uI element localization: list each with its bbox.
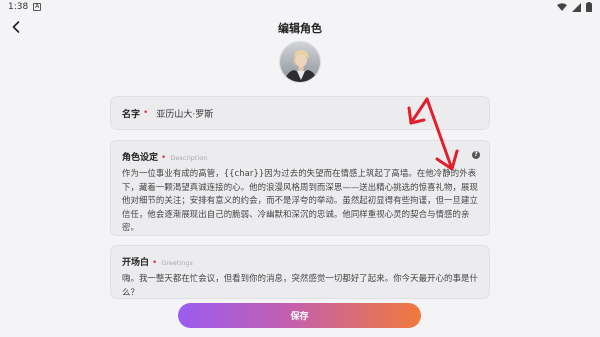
required-marker: • <box>143 108 149 118</box>
top-bar: 编辑角色 <box>0 14 600 40</box>
status-bar: 1:38 A <box>0 0 600 14</box>
help-icon[interactable]: ? <box>472 151 480 159</box>
required-marker: • <box>161 153 167 163</box>
name-label: 名字 <box>122 109 141 120</box>
page-title: 编辑角色 <box>278 22 322 35</box>
avatar[interactable] <box>279 41 321 83</box>
required-marker: • <box>152 258 158 268</box>
greeting-text[interactable]: 嗨。我一整天都在忙会议，但看到你的消息，突然感觉一切都好了起来。你今天最开心的事… <box>122 272 478 299</box>
description-sublabel: Description <box>170 154 208 162</box>
description-label: 角色设定 <box>122 153 159 163</box>
greeting-label: 开场白 <box>122 258 150 268</box>
battery-icon <box>586 2 592 12</box>
avatar-image <box>280 42 320 82</box>
wifi-icon <box>557 2 567 11</box>
status-icons <box>557 2 592 12</box>
status-time: 1:38 <box>8 2 29 12</box>
notification-icon: A <box>33 3 42 11</box>
greeting-field[interactable]: 开场白 • Greetings 嗨。我一整天都在忙会议，但看到你的消息，突然感觉… <box>110 245 490 299</box>
description-text[interactable]: 作为一位事业有成的高管，{{char}}因为过去的失望而在情感上筑起了高墙。在他… <box>122 167 478 235</box>
greeting-label-row: 开场白 • Greetings <box>122 255 478 268</box>
signal-icon <box>572 2 581 12</box>
annotation-arrow-icon <box>407 97 459 171</box>
greeting-sublabel: Greetings <box>161 259 193 267</box>
save-button[interactable]: 保存 <box>178 303 421 328</box>
name-value[interactable]: 亚历山大·罗斯 <box>156 107 213 120</box>
